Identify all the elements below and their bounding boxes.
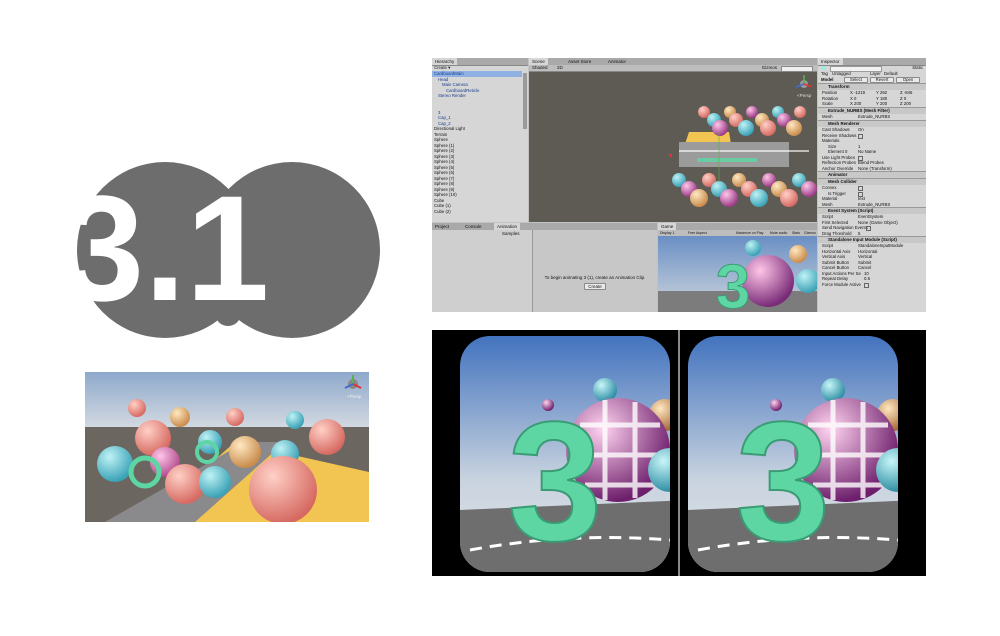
vr-stereo-view: 3: [432, 330, 926, 576]
vr-stereo-render: 3: [432, 330, 926, 576]
static-checkbox[interactable]: Static: [912, 65, 923, 71]
game-panel: Game Display 1 Free Aspect Maximize on P…: [658, 223, 817, 312]
standalone-input-header[interactable]: Standalone Input Module (Script): [818, 236, 926, 243]
scene-orientation-gizmo-icon[interactable]: [795, 75, 813, 88]
scene-preview-render: <Persp: [85, 372, 369, 522]
mesh-filter-header[interactable]: Extrude_NURBS (Mesh Filter): [818, 107, 926, 114]
tab-project[interactable]: Project: [432, 223, 452, 230]
vr-right-eye: [688, 330, 920, 576]
animation-message: To begin animating 3 (1), create an Anim…: [544, 275, 646, 280]
mesh-collider-header[interactable]: Mesh Collider: [818, 178, 926, 185]
logo-text-3: 3.1: [70, 164, 269, 332]
2d-toggle[interactable]: 2D: [557, 65, 563, 71]
tab-game[interactable]: Game: [658, 223, 677, 230]
scale-z-field[interactable]: Z 200: [900, 101, 911, 107]
scene-panel: Scene Asset Store Animator Shaded 2D Giz…: [529, 58, 817, 222]
unity-editor: Hierarchy Create ▾ CardboardMain Head Main…: [432, 58, 926, 312]
hierarchy-item[interactable]: Cube (2): [432, 209, 522, 215]
scene-persp-label: <Persp: [797, 93, 812, 98]
tab-animation[interactable]: Animation: [494, 223, 521, 230]
tab-inspector[interactable]: Inspector: [818, 58, 843, 65]
animation-panel: Project Console Animation Samples To beg…: [432, 223, 657, 312]
hierarchy-panel: Hierarchy Create ▾ CardboardMain Head Main…: [432, 58, 528, 222]
mesh-renderer-header[interactable]: Mesh Renderer: [818, 120, 926, 127]
force-module-checkbox[interactable]: [864, 282, 869, 288]
shaded-dropdown[interactable]: Shaded: [532, 65, 548, 71]
inspector-panel: Inspector Static Tag Untagged Layer Default…: [818, 58, 926, 312]
samples-label: Samples: [502, 231, 520, 236]
mesh-field[interactable]: Extrude_NURBS: [858, 114, 890, 120]
hierarchy-scrollbar[interactable]: [523, 73, 527, 129]
persp-label: <Persp: [347, 394, 362, 399]
scale-x-field[interactable]: X 200: [850, 101, 861, 107]
gizmos-dropdown[interactable]: Gizmos: [762, 65, 777, 71]
scene-viewport[interactable]: <Persp: [529, 72, 817, 222]
tab-hierarchy[interactable]: Hierarchy: [432, 58, 458, 65]
tab-console[interactable]: Console: [462, 223, 485, 230]
hierarchy-create-button[interactable]: Create ▾: [432, 65, 528, 71]
vr-divider: [678, 330, 680, 576]
tab-scene[interactable]: Scene: [529, 58, 548, 65]
create-clip-button[interactable]: Create: [584, 283, 606, 290]
scale-y-field[interactable]: Y 200: [876, 101, 887, 107]
event-system-header[interactable]: Event System (Script): [818, 207, 926, 214]
object-cube-icon: [821, 66, 826, 70]
layer-dropdown[interactable]: Default: [884, 71, 898, 77]
game-viewport[interactable]: 3: [658, 236, 817, 312]
scene-preview: <Persp: [85, 372, 369, 522]
logo-3-1: 3.1: [70, 162, 380, 338]
animator-header[interactable]: Animator: [818, 171, 926, 178]
tab-asset-store[interactable]: Asset Store: [565, 58, 594, 65]
vr-left-eye: [460, 330, 692, 576]
hierarchy-list: CardboardMain Head Main Camera CardboardRet…: [432, 71, 522, 222]
game-3-text: 3: [716, 253, 750, 312]
transform-header[interactable]: Transform: [818, 83, 926, 90]
tag-dropdown[interactable]: Untagged: [832, 71, 851, 77]
tab-animator[interactable]: Animator: [605, 58, 629, 65]
